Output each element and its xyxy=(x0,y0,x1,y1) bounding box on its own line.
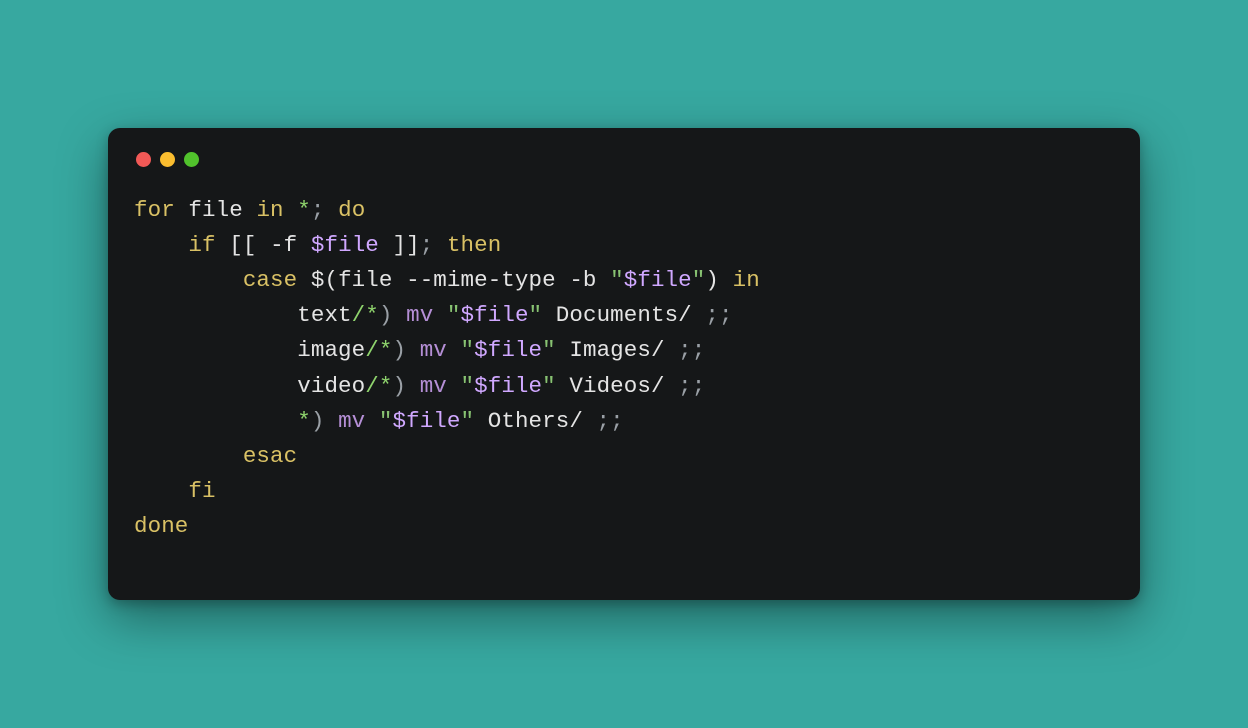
code-token: for xyxy=(134,197,175,223)
code-token: ) xyxy=(379,302,406,328)
code-token: /* xyxy=(352,302,379,328)
code-token: Videos/ xyxy=(569,373,664,399)
code-token: * xyxy=(297,197,311,223)
code-token xyxy=(719,267,733,293)
code-line: done xyxy=(134,509,1114,544)
code-line: case $(file --mime-type -b "$file") in xyxy=(134,263,1114,298)
code-token: image xyxy=(297,337,365,363)
code-token: " xyxy=(529,302,543,328)
code-token xyxy=(297,232,311,258)
code-token: /* xyxy=(365,373,392,399)
code-token xyxy=(474,408,488,434)
code-token: file xyxy=(338,267,406,293)
code-token xyxy=(284,197,298,223)
code-token: -f xyxy=(270,232,297,258)
zoom-icon[interactable] xyxy=(184,152,199,167)
code-token: ) xyxy=(392,337,419,363)
terminal-window: for file in *; do if [[ -f $file ]]; the… xyxy=(108,128,1140,600)
code-line: text/*) mv "$file" Documents/ ;; xyxy=(134,298,1114,333)
code-token: ) xyxy=(311,408,338,434)
code-token: $file xyxy=(624,267,692,293)
code-token xyxy=(297,267,311,293)
code-line: image/*) mv "$file" Images/ ;; xyxy=(134,333,1114,368)
code-token: [[ xyxy=(229,232,270,258)
code-block: for file in *; do if [[ -f $file ]]; the… xyxy=(134,193,1114,544)
code-token: file xyxy=(188,197,242,223)
code-token xyxy=(597,267,611,293)
code-token xyxy=(216,232,230,258)
code-token: ; xyxy=(420,232,447,258)
code-token: mv xyxy=(420,373,447,399)
code-token: if xyxy=(188,232,215,258)
code-token: " xyxy=(610,267,624,293)
code-token: /* xyxy=(365,337,392,363)
titlebar xyxy=(134,150,1114,193)
code-token: Documents/ xyxy=(556,302,692,328)
code-token: $file xyxy=(461,302,529,328)
code-token xyxy=(542,302,556,328)
code-token: $file xyxy=(474,337,542,363)
code-token xyxy=(365,408,379,434)
code-token xyxy=(447,373,461,399)
code-token: mv xyxy=(338,408,365,434)
code-token: text xyxy=(297,302,351,328)
code-token: $( xyxy=(311,267,338,293)
code-token: esac xyxy=(243,443,297,469)
code-token: ]] xyxy=(379,232,420,258)
code-token xyxy=(556,373,570,399)
code-token: $file xyxy=(311,232,379,258)
code-token: ;; xyxy=(583,408,624,434)
code-token: ;; xyxy=(665,373,706,399)
code-token xyxy=(243,197,257,223)
code-token: " xyxy=(461,408,475,434)
code-token: video xyxy=(297,373,365,399)
close-icon[interactable] xyxy=(136,152,151,167)
code-token: ; xyxy=(311,197,338,223)
code-token: * xyxy=(297,408,311,434)
code-token: mv xyxy=(420,337,447,363)
code-token: " xyxy=(692,267,706,293)
code-token: ;; xyxy=(665,337,706,363)
code-token: case xyxy=(243,267,297,293)
code-token: ;; xyxy=(692,302,733,328)
code-token: ) xyxy=(705,267,719,293)
code-token xyxy=(175,197,189,223)
code-token: " xyxy=(447,302,461,328)
code-token xyxy=(447,337,461,363)
code-token: " xyxy=(542,337,556,363)
code-line: if [[ -f $file ]]; then xyxy=(134,228,1114,263)
code-token: in xyxy=(733,267,760,293)
code-token: done xyxy=(134,513,188,539)
code-token: --mime-type -b xyxy=(406,267,596,293)
code-token: Images/ xyxy=(569,337,664,363)
code-token: ) xyxy=(392,373,419,399)
code-token: " xyxy=(461,337,475,363)
code-line: fi xyxy=(134,474,1114,509)
code-token: mv xyxy=(406,302,433,328)
code-token: in xyxy=(256,197,283,223)
code-token: do xyxy=(338,197,365,223)
code-line: *) mv "$file" Others/ ;; xyxy=(134,404,1114,439)
code-token: $file xyxy=(474,373,542,399)
minimize-icon[interactable] xyxy=(160,152,175,167)
code-line: for file in *; do xyxy=(134,193,1114,228)
code-line: video/*) mv "$file" Videos/ ;; xyxy=(134,369,1114,404)
code-token: $file xyxy=(393,408,461,434)
code-token: " xyxy=(542,373,556,399)
code-token: Others/ xyxy=(488,408,583,434)
code-token: fi xyxy=(188,478,215,504)
code-token: " xyxy=(461,373,475,399)
code-token xyxy=(433,302,447,328)
code-token xyxy=(556,337,570,363)
code-line: esac xyxy=(134,439,1114,474)
code-token: then xyxy=(447,232,501,258)
code-token: " xyxy=(379,408,393,434)
